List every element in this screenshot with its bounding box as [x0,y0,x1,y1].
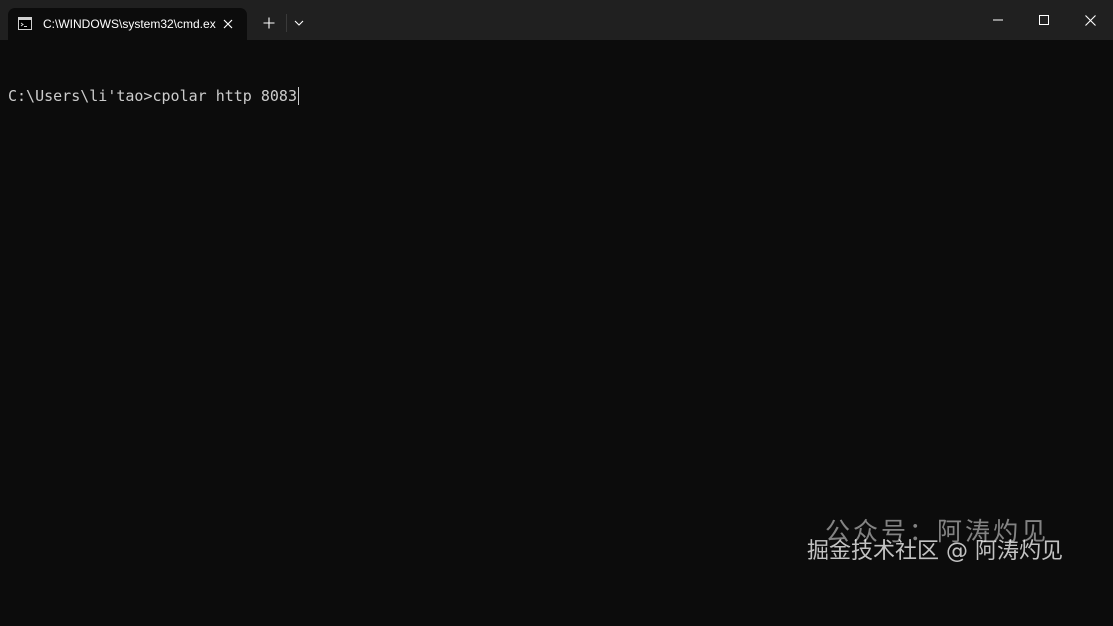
tab-title: C:\WINDOWS\system32\cmd.exe [43,17,216,31]
watermark-juejin: 掘金技术社区 @ 阿涛灼见 [807,539,1063,564]
prompt: C:\Users\li'tao> [8,87,153,105]
command-line: C:\Users\li'tao>cpolar http 8083 [8,86,299,106]
tab-close-icon[interactable] [218,14,238,34]
chevron-down-icon[interactable] [288,10,310,36]
terminal-window: C:\WINDOWS\system32\cmd.exe C:\Users\li'… [0,0,1113,626]
close-icon[interactable] [1067,0,1113,40]
minimize-icon[interactable] [975,0,1021,40]
new-tab-plus-icon[interactable] [255,10,283,36]
title-bar: C:\WINDOWS\system32\cmd.exe [0,0,1113,40]
tab-cmd[interactable]: C:\WINDOWS\system32\cmd.exe [8,8,247,40]
text-cursor [298,87,299,105]
maximize-icon[interactable] [1021,0,1067,40]
command-text: cpolar http 8083 [152,87,298,105]
titlebar-divider [286,14,287,32]
cmd-icon [18,17,32,30]
